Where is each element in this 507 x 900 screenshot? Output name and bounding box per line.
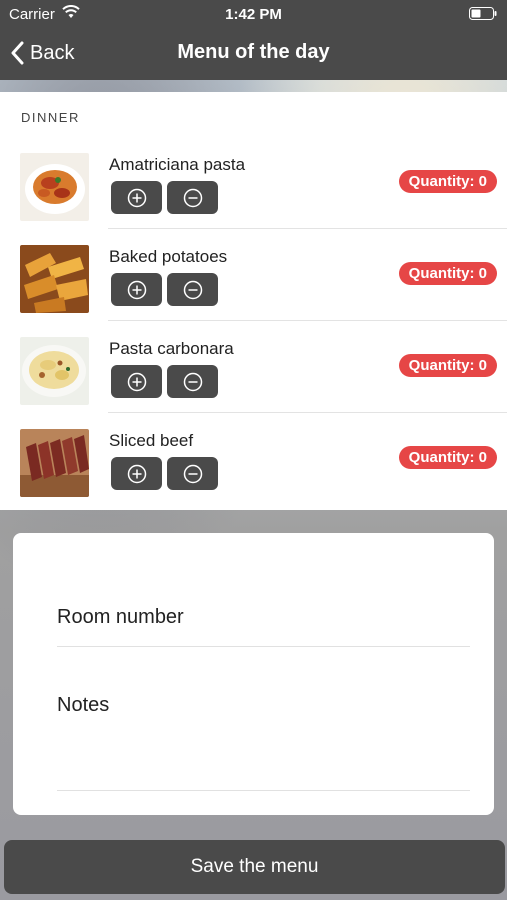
minus-circle-icon — [183, 280, 202, 299]
quantity-badge: Quantity: 0 — [398, 446, 497, 469]
status-time: 1:42 PM — [225, 6, 282, 23]
list-item: Amatriciana pasta Quantity: 0 — [0, 137, 507, 229]
increase-quantity-button[interactable] — [111, 181, 162, 214]
minus-circle-icon — [183, 372, 202, 391]
quantity-badge: Quantity: 0 — [398, 170, 497, 193]
decrease-quantity-button[interactable] — [167, 181, 218, 214]
increase-quantity-button[interactable] — [111, 273, 162, 306]
increase-quantity-button[interactable] — [111, 365, 162, 398]
status-bar: Carrier 1:42 PM — [0, 0, 507, 28]
save-menu-button[interactable]: Save the menu — [4, 840, 505, 894]
section-header-dinner: DINNER — [21, 110, 80, 125]
plus-circle-icon — [127, 372, 146, 391]
plus-circle-icon — [127, 464, 146, 483]
plus-circle-icon — [127, 280, 146, 299]
pasta-carbonara-photo — [20, 337, 89, 405]
minus-circle-icon — [183, 464, 202, 483]
page-title: Menu of the day — [177, 41, 330, 63]
notes-label: Notes — [57, 694, 110, 716]
decrease-quantity-button[interactable] — [167, 273, 218, 306]
room-number-field[interactable]: Room number — [57, 606, 470, 647]
menu-list: DINNER Amatriciana pasta Quantity: 0 Bak… — [0, 92, 507, 510]
minus-circle-icon — [183, 188, 202, 207]
list-item: Baked potatoes Quantity: 0 — [0, 229, 507, 321]
list-item: Sliced beef Quantity: 0 — [0, 413, 507, 505]
notes-underline — [57, 790, 470, 791]
navigation-bar: Back Menu of the day — [0, 28, 507, 80]
increase-quantity-button[interactable] — [111, 457, 162, 490]
menu-item-name: Sliced beef — [109, 431, 194, 450]
order-form: Room number Notes — [13, 533, 494, 815]
decrease-quantity-button[interactable] — [167, 365, 218, 398]
plus-circle-icon — [127, 188, 146, 207]
quantity-badge: Quantity: 0 — [398, 354, 497, 377]
baked-potatoes-photo — [20, 245, 89, 313]
room-number-label: Room number — [57, 606, 184, 628]
top-bar: Carrier 1:42 PM Back Menu of the day — [0, 0, 507, 80]
room-number-underline — [57, 646, 470, 647]
menu-item-name: Amatriciana pasta — [109, 155, 246, 174]
battery-icon — [469, 7, 497, 20]
menu-item-name: Pasta carbonara — [109, 339, 234, 358]
amatriciana-pasta-photo — [20, 153, 89, 221]
quantity-badge: Quantity: 0 — [398, 262, 497, 285]
notes-field[interactable]: Notes — [57, 694, 470, 791]
menu-item-name: Baked potatoes — [109, 247, 228, 266]
decrease-quantity-button[interactable] — [167, 457, 218, 490]
sliced-beef-photo — [20, 429, 89, 497]
list-item: Pasta carbonara Quantity: 0 — [0, 321, 507, 413]
